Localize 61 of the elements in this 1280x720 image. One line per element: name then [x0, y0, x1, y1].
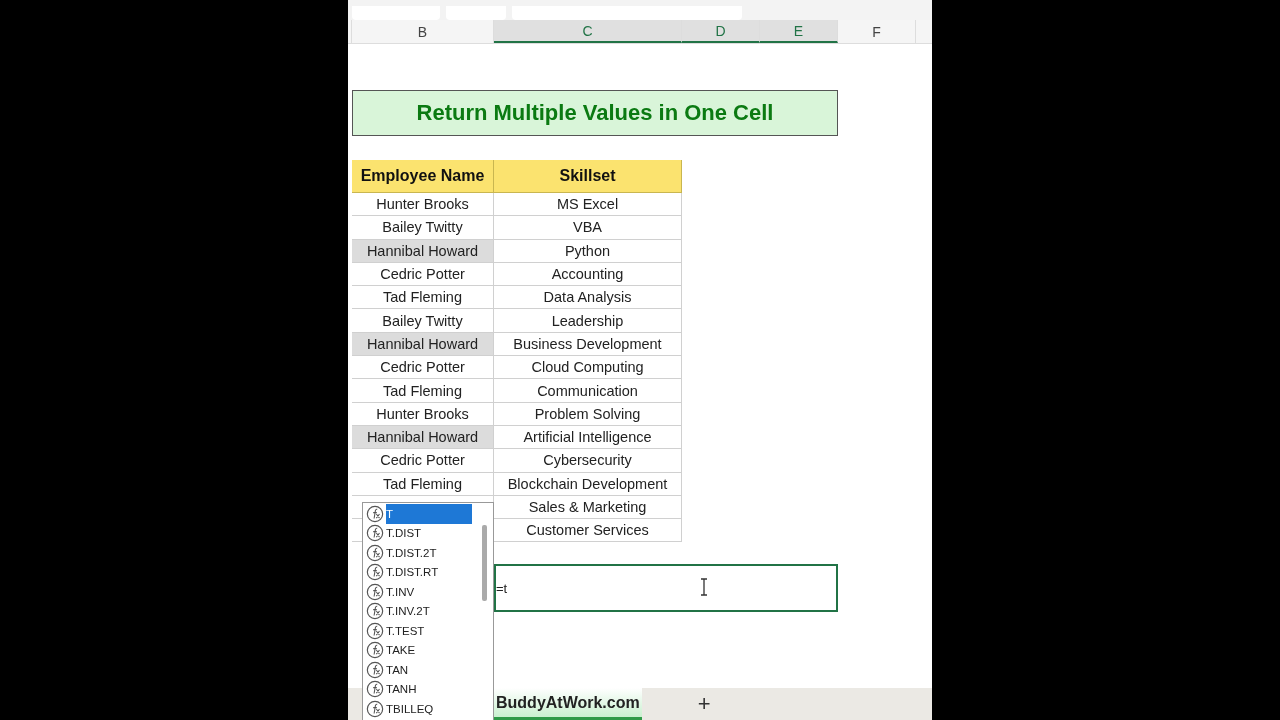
- table-cell: Artificial Intelligence: [494, 425, 682, 450]
- formula-input-field[interactable]: =t: [494, 564, 838, 613]
- table-cell: Accounting: [494, 262, 682, 287]
- table-cell: Business Development: [494, 332, 682, 357]
- table-cell: Hannibal Howard: [352, 425, 494, 450]
- formula-bar[interactable]: [512, 6, 742, 20]
- function-icon: [366, 641, 384, 660]
- function-suggestion[interactable]: T.DIST: [366, 523, 472, 543]
- table-cell: Cybersecurity: [494, 449, 682, 473]
- table-cell: Cedric Potter: [352, 449, 494, 473]
- table-cell: Tad Fleming: [352, 379, 494, 403]
- function-suggestion[interactable]: TAKE: [366, 640, 472, 660]
- add-sheet-button[interactable]: +: [693, 688, 715, 720]
- column-heading: Employee Name: [352, 160, 494, 193]
- table-cell: Hannibal Howard: [352, 332, 494, 357]
- function-icon: [366, 621, 384, 640]
- table-cell: Communication: [494, 379, 682, 403]
- function-icon: [366, 582, 384, 601]
- function-suggestion[interactable]: T.TEST: [366, 621, 472, 641]
- function-suggestion[interactable]: T.DIST.RT: [366, 562, 472, 582]
- table-cell: MS Excel: [494, 193, 682, 217]
- table-cell: Cedric Potter: [352, 356, 494, 380]
- name-box[interactable]: [352, 6, 440, 20]
- function-icon: [366, 660, 384, 679]
- function-suggestion[interactable]: T.INV: [366, 582, 472, 602]
- sheet-title: Return Multiple Values in One Cell: [352, 90, 838, 136]
- table-cell: Hunter Brooks: [352, 193, 494, 217]
- table-cell: Hannibal Howard: [352, 239, 494, 263]
- sheet-tab[interactable]: BuddyAtWork.com: [494, 688, 642, 720]
- function-icon: [366, 524, 384, 543]
- text-cursor-icon: [700, 578, 708, 596]
- function-icon: [366, 680, 384, 699]
- function-suggestion[interactable]: T.INV.2T: [366, 601, 472, 621]
- table-cell: Sales & Marketing: [494, 495, 682, 520]
- table-cell: Data Analysis: [494, 286, 682, 310]
- column-header[interactable]: C: [494, 20, 682, 43]
- formula-buttons[interactable]: [446, 6, 506, 20]
- table-cell: Cedric Potter: [352, 262, 494, 287]
- column-header[interactable]: E: [760, 20, 838, 43]
- function-suggestion[interactable]: T.DIST.2T: [366, 543, 472, 563]
- table-cell: Tad Fleming: [352, 472, 494, 496]
- function-suggestion[interactable]: TBILLEQ: [366, 699, 472, 719]
- table-cell: VBA: [494, 216, 682, 240]
- table-cell: Python: [494, 239, 682, 263]
- column-header[interactable]: F: [838, 20, 916, 43]
- table-cell: Problem Solving: [494, 402, 682, 426]
- function-suggestion[interactable]: TANH: [366, 679, 472, 699]
- table-cell: Blockchain Development: [494, 472, 682, 496]
- table-cell: Cloud Computing: [494, 356, 682, 380]
- column-header[interactable]: D: [682, 20, 760, 43]
- function-icon: [366, 543, 384, 562]
- table-cell: Bailey Twitty: [352, 309, 494, 333]
- function-suggestion[interactable]: TAN: [366, 660, 472, 680]
- column-heading: Skillset: [494, 160, 682, 193]
- function-icon: [366, 602, 384, 621]
- table-cell: Leadership: [494, 309, 682, 333]
- table-cell: Hunter Brooks: [352, 402, 494, 426]
- scrollbar-thumb[interactable]: [482, 525, 487, 601]
- table-cell: Bailey Twitty: [352, 216, 494, 240]
- table-cell: Tad Fleming: [352, 286, 494, 310]
- function-icon: [366, 563, 384, 582]
